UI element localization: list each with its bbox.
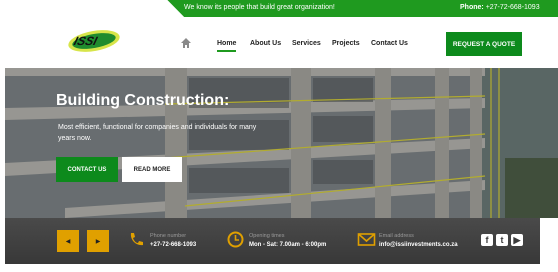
youtube-icon[interactable]: ▶ [511,234,523,246]
twitter-icon[interactable]: t [496,234,508,246]
facebook-icon[interactable]: f [481,234,493,246]
hero-title: Building Construction: [56,92,230,109]
request-quote-button[interactable]: REQUEST A QUOTE [446,32,522,56]
company-logo[interactable]: ISSI [66,27,122,53]
tagline: We know its people that build great orga… [184,4,335,11]
nav-about-us[interactable]: About Us [250,40,281,47]
site-header: ISSI Home About Us Services Projects Con… [0,17,558,68]
clock-icon [227,231,244,248]
hero-description: Most efficient, functional for companies… [58,124,257,142]
logo-mark: ISSI [68,30,120,52]
hours-value: Mon - Sat: 7.00am - 6:00pm [249,242,327,248]
chevron-right-icon: ▶ [95,238,101,245]
slider-prev-button[interactable]: ◀ [57,230,79,252]
mail-icon [357,233,376,246]
nav-services[interactable]: Services [292,40,321,47]
nav-projects[interactable]: Projects [332,40,360,47]
home-icon[interactable] [180,37,192,49]
phone-icon [130,233,143,246]
phone-value[interactable]: +27-72-668-1093 [150,242,196,248]
top-bar: We know its people that build great orga… [0,0,558,17]
slider-next-button[interactable]: ▶ [87,230,109,252]
top-phone-value: +27-72-668-1093 [485,4,540,11]
phone-label: Phone number [150,233,187,239]
read-more-button[interactable]: READ MORE [122,157,182,182]
email-value[interactable]: info@issiinvestments.co.za [379,242,458,248]
nav-home[interactable]: Home [217,40,237,52]
hero-banner: Building Construction: Most efficient, f… [5,68,558,218]
chevron-left-icon: ◀ [65,238,71,245]
top-phone: Phone: +27-72-668-1093 [460,4,540,11]
contact-us-button[interactable]: CONTACT US [56,157,118,182]
top-phone-label: Phone: [460,4,484,11]
hours-label: Opening times [249,233,285,239]
svg-text:ISSI: ISSI [72,34,99,48]
email-label: Email address [379,233,414,239]
info-bar: ◀ ▶ Phone number +27-72-668-1093 Opening… [5,218,540,264]
nav-contact-us[interactable]: Contact Us [371,40,408,47]
